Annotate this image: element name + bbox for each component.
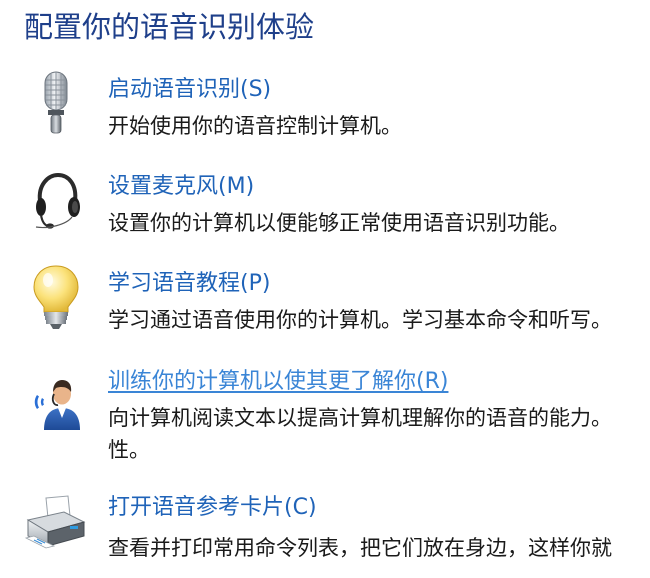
- speech-recognition-panel: 配置你的语音识别体验 启动语音识别(S) 开始使用你的语音控制计算机。 设置麦克…: [0, 0, 650, 578]
- reference-card-link[interactable]: 打开语音参考卡片(C): [108, 492, 317, 524]
- setup-microphone-description: 设置你的计算机以便能够正常使用语音识别功能。: [108, 211, 570, 235]
- speech-tutorial-description: 学习通过语音使用你的计算机。学习基本命令和听写。: [108, 308, 612, 332]
- reference-card-description: 查看并打印常用命令列表，把它们放在身边，这样你就: [108, 536, 612, 560]
- start-speech-recognition-description: 开始使用你的语音控制计算机。: [108, 114, 402, 138]
- train-computer-description: 向计算机阅读文本以提高计算机理解你的语音的能力。 性。: [108, 402, 650, 466]
- train-computer-link[interactable]: 训练你的计算机以使其更了解你(R): [108, 366, 448, 398]
- microphone-icon: [28, 70, 86, 134]
- train-computer-description-line-2: 性。: [108, 438, 150, 462]
- page-title: 配置你的语音识别体验: [24, 10, 315, 44]
- speech-tutorial-link[interactable]: 学习语音教程(P): [108, 268, 270, 300]
- train-computer-description-line-1: 向计算机阅读文本以提高计算机理解你的语音的能力。: [108, 406, 612, 430]
- lightbulb-icon: [28, 264, 86, 329]
- printer-icon: [24, 494, 88, 558]
- start-speech-recognition-link[interactable]: 启动语音识别(S): [108, 74, 271, 106]
- user-speaking-icon: [28, 372, 86, 436]
- setup-microphone-link[interactable]: 设置麦克风(M): [108, 171, 254, 203]
- headset-icon: [28, 171, 86, 235]
